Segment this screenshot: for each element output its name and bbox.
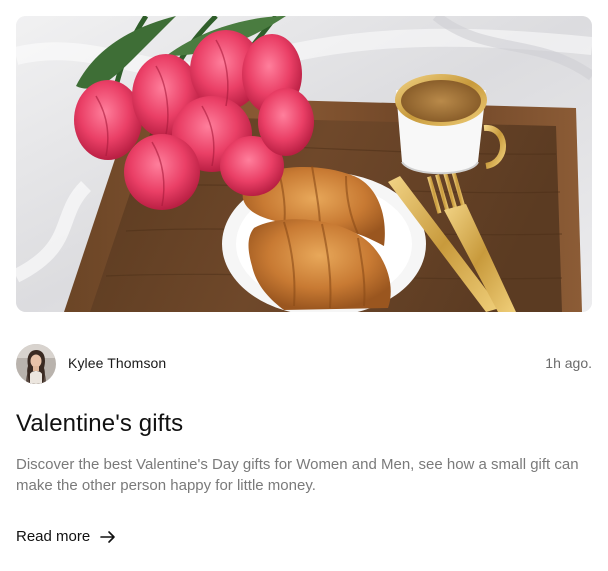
post-title[interactable]: Valentine's gifts: [16, 410, 183, 438]
post-time: 1h ago.: [545, 355, 592, 371]
arrow-right-icon: [100, 530, 116, 544]
post-description: Discover the best Valentine's Day gifts …: [16, 456, 579, 494]
read-more-link[interactable]: Read more: [16, 528, 116, 545]
author-row: Kylee Thomson 1h ago.: [16, 344, 592, 384]
post-card: Kylee Thomson 1h ago. Valentine's gifts …: [0, 0, 608, 571]
author-name[interactable]: Kylee Thomson: [68, 355, 166, 371]
post-image[interactable]: [16, 16, 592, 312]
read-more-label: Read more: [16, 528, 91, 545]
avatar[interactable]: [16, 344, 56, 384]
